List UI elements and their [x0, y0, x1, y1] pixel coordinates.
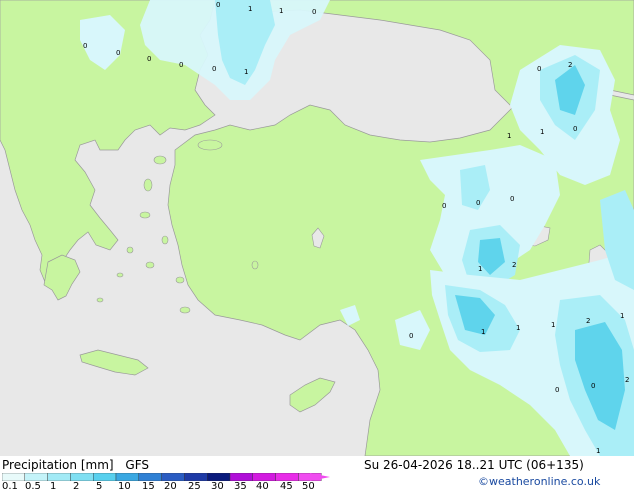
- contour-label: 2: [512, 261, 516, 269]
- contour-label: 1: [620, 312, 624, 320]
- contour-label: 1: [551, 321, 555, 329]
- precipitation-map: 0 1 1 0 0 0 0 0 0 1 0 2 1 1 0 0 0 0 1 2 …: [0, 0, 634, 456]
- contour-label: 0: [212, 65, 216, 73]
- tick-label: 45: [280, 481, 293, 492]
- contour-label: 0: [216, 1, 220, 9]
- color-swatch: [229, 473, 253, 481]
- contour-label: 0: [116, 49, 120, 57]
- contour-label: 1: [478, 265, 482, 273]
- color-swatch: [70, 473, 94, 481]
- contour-label: 1: [507, 132, 511, 140]
- contour-label: 0: [409, 332, 413, 340]
- tick-label: 0.5: [25, 481, 41, 492]
- contour-label: 0: [591, 382, 595, 390]
- color-scale: [2, 473, 330, 481]
- color-swatch: [138, 473, 162, 481]
- color-swatch: [252, 473, 276, 481]
- contour-label: 0: [179, 61, 183, 69]
- tick-label: 20: [164, 481, 177, 492]
- contour-label: 0: [555, 386, 559, 394]
- color-swatch: [275, 473, 299, 481]
- contour-label: 2: [625, 376, 629, 384]
- contour-label: 2: [586, 317, 590, 325]
- color-swatch: [2, 473, 25, 481]
- legend-title: Precipitation [mm] GFS: [2, 458, 149, 472]
- tick-label: 25: [188, 481, 201, 492]
- color-swatch: [161, 473, 185, 481]
- contour-label: 0: [147, 55, 151, 63]
- precip-title: Precipitation [mm]: [2, 458, 114, 472]
- tick-label: 35: [234, 481, 247, 492]
- tick-label: 5: [96, 481, 103, 492]
- tick-label: 40: [256, 481, 269, 492]
- tick-label: 50: [302, 481, 315, 492]
- color-swatch: [24, 473, 48, 481]
- contour-label: 1: [596, 447, 600, 455]
- color-swatch: [115, 473, 139, 481]
- tick-label: 15: [142, 481, 155, 492]
- contour-label: 1: [540, 128, 544, 136]
- contour-label: 1: [244, 68, 248, 76]
- contour-label: 0: [476, 199, 480, 207]
- model-name: GFS: [125, 458, 149, 472]
- contour-label: 1: [248, 5, 252, 13]
- color-swatch: [206, 473, 231, 481]
- valid-time: Su 26-04-2026 18..21 UTC (06+135): [364, 458, 584, 472]
- contour-label: 1: [279, 7, 283, 15]
- contour-label: 2: [568, 61, 572, 69]
- contour-label: 0: [442, 202, 446, 210]
- tick-label: 30: [211, 481, 224, 492]
- contour-label: 0: [83, 42, 87, 50]
- tick-label: 1: [50, 481, 57, 492]
- tick-label: 0.1: [2, 481, 18, 492]
- contour-label: 1: [516, 324, 520, 332]
- contour-label: 1: [481, 328, 485, 336]
- color-swatch: [92, 473, 117, 481]
- color-swatch: [47, 473, 71, 481]
- contour-label: 0: [312, 8, 316, 16]
- contour-label: 0: [537, 65, 541, 73]
- contour-label: 0: [573, 125, 577, 133]
- color-swatch: [184, 473, 208, 481]
- contour-label: 0: [510, 195, 514, 203]
- tick-label: 2: [73, 481, 80, 492]
- tick-label: 10: [118, 481, 131, 492]
- credit: ©weatheronline.co.uk: [478, 475, 601, 488]
